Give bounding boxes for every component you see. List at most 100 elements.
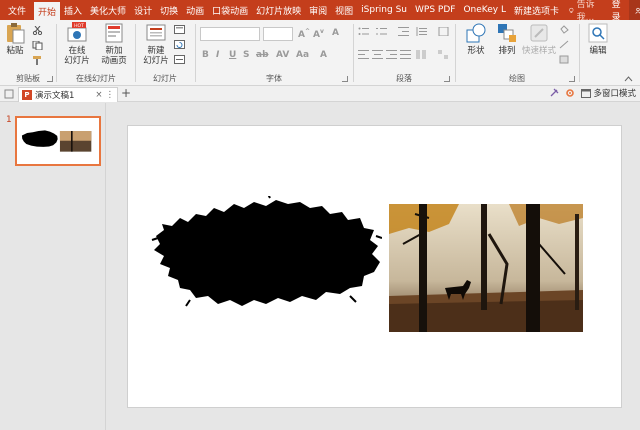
paragraph-launcher[interactable] — [444, 76, 450, 82]
shape-button[interactable]: 形状 — [460, 22, 492, 56]
gear-icon[interactable] — [565, 88, 575, 98]
online-slides-group-label: 在线幻灯片 — [76, 74, 116, 83]
slide-canvas[interactable] — [127, 125, 622, 408]
tab-wps-pdf[interactable]: WPS PDF — [411, 0, 459, 20]
format-painter-icon[interactable] — [32, 56, 43, 65]
numbering-icon[interactable] — [376, 27, 387, 36]
pin-icon[interactable] — [549, 88, 559, 98]
align-right-icon[interactable] — [386, 50, 397, 59]
align-center-icon[interactable] — [372, 50, 383, 59]
paragraph-group-label: 段落 — [396, 74, 412, 83]
document-tab[interactable]: P 演示文稿1 × ⋮ — [18, 87, 118, 102]
drawing-group-label: 绘图 — [509, 74, 525, 83]
font-size-combo[interactable] — [263, 27, 293, 41]
new-anim-page-label-1: 新加 — [105, 46, 123, 56]
new-anim-page-button[interactable]: 新加 动画页 — [95, 22, 133, 66]
share-button[interactable]: 共享 — [628, 0, 640, 20]
copy-icon[interactable] — [32, 41, 43, 50]
tab-new-tab[interactable]: 新建选项卡 — [510, 0, 563, 20]
quick-styles-label: 快速样式 — [521, 46, 556, 56]
reset-icon[interactable] — [174, 40, 185, 49]
edit-label: 编辑 — [589, 46, 607, 56]
online-slides-button[interactable]: HOT 在线 幻灯片 — [60, 22, 94, 66]
tab-review[interactable]: 审阅 — [305, 0, 331, 20]
file-icon[interactable] — [4, 89, 14, 99]
strikethrough-icon[interactable]: ab — [256, 50, 269, 60]
editing-group: 编辑 — [580, 20, 614, 86]
change-case-icon[interactable]: Aa — [296, 50, 309, 60]
tab-view[interactable]: 视图 — [331, 0, 357, 20]
tab-beautify[interactable]: 美化大师 — [86, 0, 130, 20]
indent-icon[interactable] — [398, 27, 409, 36]
shape-outline-icon[interactable] — [559, 40, 570, 49]
italic-icon[interactable]: I — [216, 50, 219, 60]
char-spacing-icon[interactable]: AV — [276, 50, 289, 60]
font-group: A^ Av A B I U S ab AV Aa A 字体 — [196, 20, 352, 86]
user-icon — [634, 7, 640, 14]
new-slide-button[interactable]: 新建 幻灯片 — [139, 22, 173, 66]
cut-icon[interactable] — [32, 26, 43, 35]
ink-splash-shape[interactable] — [150, 196, 382, 308]
edit-button[interactable]: 编辑 — [585, 22, 611, 56]
find-icon — [587, 22, 609, 44]
tab-onekey[interactable]: OneKey L — [459, 0, 510, 20]
underline-icon[interactable]: U — [229, 50, 236, 60]
section-icon[interactable] — [174, 55, 185, 64]
arrange-button[interactable]: 排列 — [492, 22, 522, 56]
paste-button[interactable]: 粘贴 — [4, 22, 26, 56]
justify-icon[interactable] — [400, 50, 411, 59]
smartart-icon[interactable] — [438, 50, 449, 59]
bold-icon[interactable]: B — [202, 50, 209, 60]
shape-effects-icon[interactable] — [559, 55, 570, 64]
layout-icon[interactable] — [174, 25, 185, 34]
tab-ispring[interactable]: iSpring Su — [357, 0, 411, 20]
slides-group: 新建 幻灯片 幻灯片 — [136, 20, 194, 86]
forest-photo[interactable] — [389, 204, 583, 332]
font-launcher[interactable] — [342, 76, 348, 82]
close-tab-icon[interactable]: × — [95, 90, 102, 100]
slide-thumbnail[interactable] — [15, 116, 101, 166]
tab-home[interactable]: 开始 — [34, 2, 61, 20]
tab-animations[interactable]: 动画 — [182, 0, 208, 20]
window-icon — [581, 88, 592, 98]
thumbnail-preview — [21, 130, 92, 152]
clipboard-launcher[interactable] — [47, 76, 53, 82]
new-anim-page-label-2: 动画页 — [101, 56, 127, 66]
tab-design[interactable]: 设计 — [130, 0, 156, 20]
line-spacing-icon[interactable] — [416, 27, 427, 36]
text-direction-icon[interactable] — [438, 27, 449, 36]
clear-format-icon[interactable]: A — [332, 28, 339, 38]
tab-transitions[interactable]: 切换 — [156, 0, 182, 20]
font-name-combo[interactable] — [200, 27, 260, 41]
tab-insert[interactable]: 插入 — [60, 0, 86, 20]
document-tab-strip: P 演示文稿1 × ⋮ + 多窗口模式 — [0, 86, 640, 102]
quick-styles-icon — [528, 22, 550, 44]
thumbnail-pane: 1 — [0, 103, 106, 430]
tab-file[interactable]: 文件 — [0, 0, 34, 20]
ribbon-tab-bar: 文件 开始 插入 美化大师 设计 切换 动画 口袋动画 幻灯片放映 审阅 视图 … — [0, 0, 640, 23]
tabbar-right: 告诉我... 登录 共享 — [563, 0, 640, 23]
shadow-icon[interactable]: S — [243, 50, 249, 60]
grow-font-icon[interactable]: A^ — [298, 28, 310, 40]
columns-icon[interactable] — [416, 50, 427, 59]
new-slide-label-2: 幻灯片 — [143, 56, 169, 66]
multi-window-button[interactable]: 多窗口模式 — [581, 87, 636, 99]
collapse-ribbon-icon[interactable] — [624, 76, 633, 82]
add-tab-button[interactable]: + — [121, 86, 131, 100]
ppt-file-icon: P — [22, 90, 32, 100]
tab-slideshow[interactable]: 幻灯片放映 — [252, 0, 305, 20]
online-slides-icon: HOT — [66, 22, 88, 44]
slides-group-label: 幻灯片 — [153, 74, 177, 83]
font-color-icon[interactable]: A — [320, 50, 327, 60]
tab-pocket-animation[interactable]: 口袋动画 — [208, 0, 252, 20]
tab-menu-icon[interactable]: ⋮ — [106, 90, 118, 100]
quick-styles-button[interactable]: 快速样式 — [520, 22, 558, 56]
ribbon: 粘贴 剪贴板 HOT 在线 幻灯片 新加 动画页 在线幻灯片 新建 幻灯片 幻灯… — [0, 20, 640, 86]
align-left-icon[interactable] — [358, 50, 369, 59]
shape-fill-icon[interactable] — [559, 25, 570, 34]
drawing-launcher[interactable] — [569, 76, 575, 82]
bullets-icon[interactable] — [358, 27, 369, 36]
shrink-font-icon[interactable]: Av — [313, 28, 324, 40]
online-slides-group: HOT 在线 幻灯片 新加 动画页 在线幻灯片 — [57, 20, 135, 86]
paragraph-group: 段落 — [354, 20, 454, 86]
